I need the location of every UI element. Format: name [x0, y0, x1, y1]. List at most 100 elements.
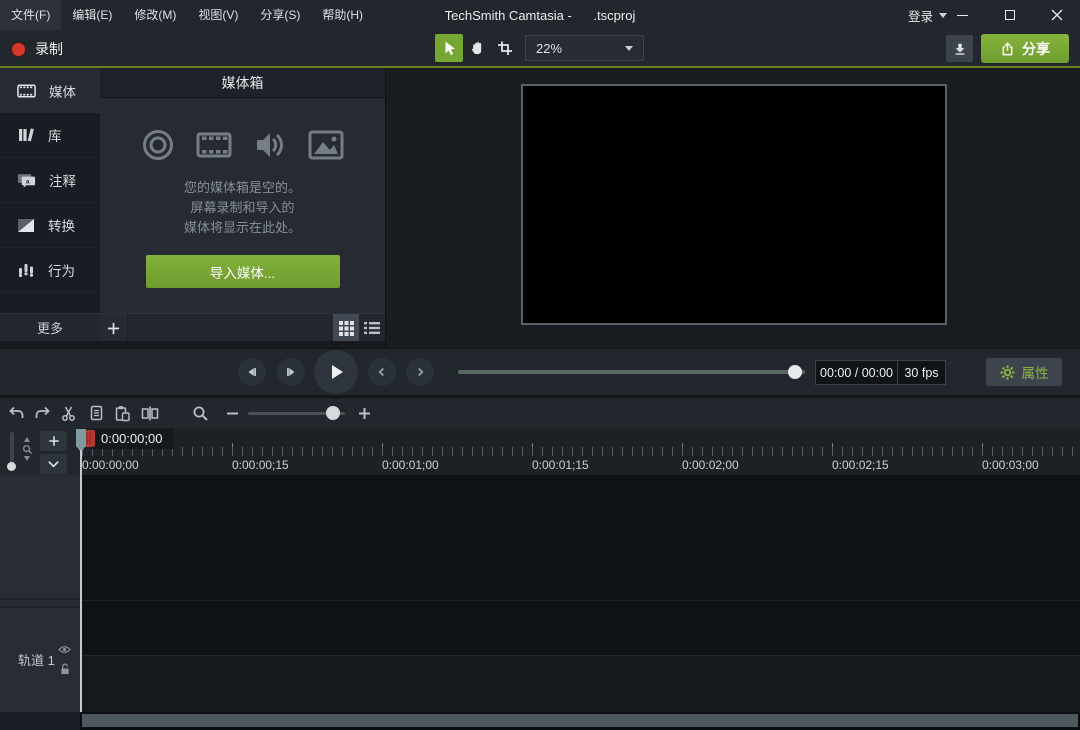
sidebar-item-behaviors[interactable]: 行为: [0, 248, 100, 293]
lock-icon[interactable]: [60, 663, 70, 675]
add-track-button[interactable]: [40, 431, 67, 451]
select-tool-button[interactable]: [435, 34, 463, 62]
next-clip-button[interactable]: [406, 358, 434, 386]
film-icon: [196, 128, 232, 162]
view-mode-toggle: [333, 314, 385, 342]
download-button[interactable]: [946, 35, 973, 62]
scrubber-knob[interactable]: [788, 365, 802, 379]
split-icon: [141, 405, 159, 422]
eye-icon[interactable]: [58, 645, 71, 654]
step-backward-button[interactable]: [238, 358, 266, 386]
scrubber-slider[interactable]: [458, 370, 805, 374]
add-media-button[interactable]: [100, 314, 128, 342]
previous-clip-button[interactable]: [368, 358, 396, 386]
undo-button[interactable]: [4, 401, 28, 425]
timeline-zoom-knob[interactable]: [326, 406, 340, 420]
menu-edit[interactable]: 编辑(E): [61, 0, 123, 30]
playback-bar: 00:00 / 00:00 30 fps 属性: [0, 348, 1080, 395]
record-button[interactable]: 录制: [11, 39, 63, 59]
step-forward-icon: [284, 365, 298, 379]
zoom-out-button[interactable]: [220, 401, 244, 425]
redo-button[interactable]: [30, 401, 54, 425]
chevron-down-icon: [625, 46, 633, 51]
media-icon: [17, 83, 36, 99]
close-button[interactable]: [1033, 0, 1080, 30]
main-toolbar: 录制 22% 分享: [0, 30, 1080, 68]
canvas-zoom-dropdown[interactable]: 22%: [525, 35, 644, 61]
sidebar-item-media[interactable]: 媒体: [0, 68, 100, 113]
panel-gap: [0, 341, 385, 348]
step-backward-icon: [245, 365, 259, 379]
maximize-button[interactable]: [986, 0, 1033, 30]
plus-icon: [358, 407, 371, 420]
menu-view[interactable]: 视图(V): [187, 0, 249, 30]
ruler-label: 0:00:01;00: [382, 458, 439, 472]
gear-icon: [1000, 365, 1015, 380]
media-bin-empty-message: 您的媒体箱是空的。 屏幕录制和导入的 媒体将显示在此处。: [100, 178, 385, 238]
track-height-knob[interactable]: [7, 462, 16, 471]
audio-icon: [253, 128, 287, 162]
ruler-label: 0:00:03;00: [982, 458, 1039, 472]
paste-button[interactable]: [110, 401, 134, 425]
zoom-out-arrow-icon[interactable]: [24, 456, 30, 461]
zoom-in-button[interactable]: [352, 401, 376, 425]
chevron-left-icon: [375, 365, 389, 379]
playhead-line[interactable]: [80, 450, 82, 712]
ruler-minor-ticks: [82, 447, 1078, 456]
time-display: 00:00 / 00:00: [815, 360, 898, 385]
plus-icon: [48, 435, 60, 447]
undo-icon: [8, 405, 25, 421]
sidebar-more-button[interactable]: 更多: [0, 313, 100, 341]
properties-button[interactable]: 属性: [986, 358, 1062, 386]
maximize-icon: [1005, 10, 1015, 20]
minimize-button[interactable]: [939, 0, 986, 30]
zoom-in-arrow-icon[interactable]: [24, 437, 30, 442]
timeline-zoom-button[interactable]: [188, 401, 212, 425]
more-label: 更多: [37, 318, 63, 337]
chevron-right-icon: [413, 365, 427, 379]
list-view-button[interactable]: [359, 314, 385, 342]
horizontal-scrollbar[interactable]: [82, 714, 1078, 727]
menu-file[interactable]: 文件(F): [0, 0, 61, 30]
track-header-gutter: 轨道 1: [0, 475, 80, 712]
plus-icon: [107, 322, 120, 335]
menu-share[interactable]: 分享(S): [249, 0, 311, 30]
copy-button[interactable]: [84, 401, 108, 425]
menu-help[interactable]: 帮助(H): [311, 0, 374, 30]
sidebar-item-transitions[interactable]: 转换: [0, 203, 100, 248]
sign-in-label: 登录: [908, 6, 933, 25]
timeline-gutter-header: [0, 428, 80, 475]
canvas-area: [385, 68, 1080, 348]
import-media-button[interactable]: 导入媒体...: [146, 255, 340, 288]
sidebar-item-library[interactable]: 库: [0, 113, 100, 158]
library-icon: [17, 127, 35, 143]
track-name: 轨道 1: [18, 632, 55, 689]
grid-view-button[interactable]: [333, 314, 359, 342]
sidebar-item-annotations[interactable]: a 注释: [0, 158, 100, 203]
collapse-tracks-button[interactable]: [40, 454, 67, 474]
svg-text:a: a: [26, 178, 30, 185]
hand-pan-icon: [469, 40, 485, 56]
sidebar-item-label: 库: [48, 125, 62, 145]
step-forward-button[interactable]: [277, 358, 305, 386]
menu-modify[interactable]: 修改(M): [123, 0, 187, 30]
media-bin-panel: 媒体箱 您的媒体箱是空的。 屏幕录制和导入的 媒体将显示在此处。 导入媒体...: [100, 68, 385, 313]
download-icon: [953, 42, 967, 56]
ruler-label: 0:00:00;15: [232, 458, 289, 472]
split-button[interactable]: [138, 401, 162, 425]
preview-canvas[interactable]: [521, 84, 947, 325]
minimize-icon: [957, 15, 968, 16]
timeline: 0:00:00;00 0:00:00;15 0:00:01;00 0:00:01…: [0, 428, 1080, 730]
pan-tool-button[interactable]: [463, 34, 491, 62]
cut-button[interactable]: [56, 401, 80, 425]
track-header[interactable]: 轨道 1: [0, 608, 80, 712]
ruler-label: 0:00:02;00: [682, 458, 739, 472]
canvas-zoom-value: 22%: [536, 41, 562, 56]
cut-icon: [60, 405, 77, 422]
play-button[interactable]: [314, 350, 358, 394]
crop-tool-button[interactable]: [491, 34, 519, 62]
timeline-ruler[interactable]: 0:00:00;00 0:00:00;15 0:00:01;00 0:00:01…: [80, 428, 1080, 475]
share-button[interactable]: 分享: [981, 34, 1069, 63]
redo-icon: [34, 405, 51, 421]
track-1-lane[interactable]: [80, 655, 1080, 712]
